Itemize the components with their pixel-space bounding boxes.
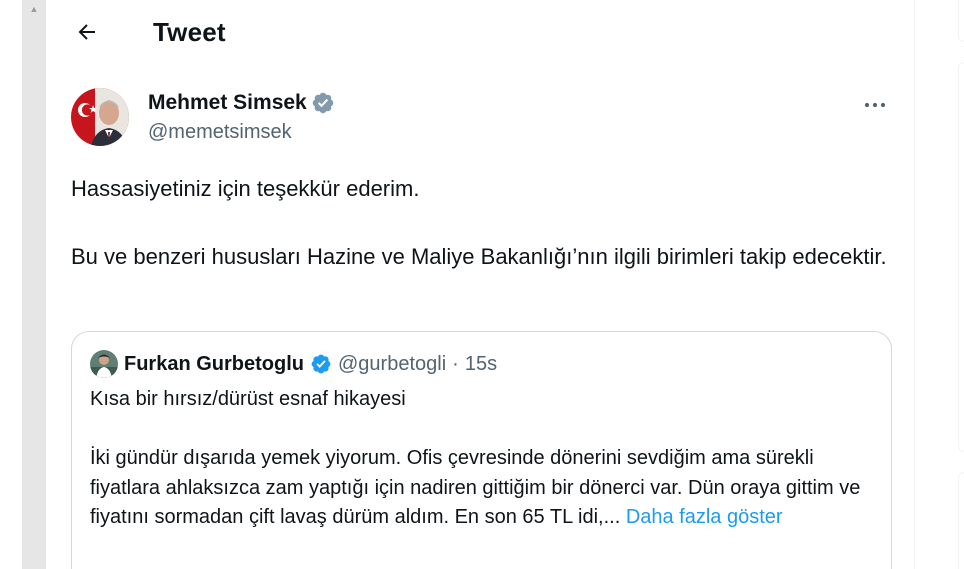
back-button[interactable] bbox=[69, 14, 105, 50]
tweet-detail-column: Tweet Mehmet Simsek @memetsimsek Hassasi… bbox=[47, 0, 915, 569]
page-title: Tweet bbox=[153, 17, 226, 47]
quoted-tweet-time: 15s bbox=[464, 352, 498, 375]
show-more-link[interactable]: Daha fazla göster bbox=[626, 506, 783, 528]
quoted-paragraph: İki gündür dışarıda yemek yiyorum. Ofis … bbox=[90, 444, 880, 533]
right-panel-edge bbox=[958, 0, 964, 42]
tweet-author: Mehmet Simsek @memetsimsek bbox=[71, 88, 893, 152]
author-avatar[interactable] bbox=[71, 88, 129, 146]
right-panel-edge bbox=[958, 472, 964, 569]
more-options-button[interactable] bbox=[857, 90, 893, 120]
tweet-text: Hassasiyetiniz için teşekkür ederim. Bu … bbox=[71, 172, 893, 274]
author-name[interactable]: Mehmet Simsek bbox=[148, 91, 335, 115]
quoted-author-name: Furkan Gurbetoglu bbox=[124, 352, 304, 375]
left-scrollbar-track[interactable] bbox=[22, 0, 46, 569]
page-header: Tweet bbox=[47, 0, 915, 66]
quoted-author-avatar bbox=[90, 350, 118, 378]
scroll-up-arrow-icon[interactable]: ▲ bbox=[22, 0, 46, 18]
author-name-text: Mehmet Simsek bbox=[148, 91, 307, 114]
quoted-author-handle: @gurbetogli bbox=[338, 352, 447, 375]
arrow-left-icon bbox=[78, 24, 95, 40]
right-panel-edge bbox=[958, 62, 964, 452]
more-dots-icon bbox=[864, 102, 886, 108]
author-handle[interactable]: @memetsimsek bbox=[148, 121, 292, 144]
quoted-tweet-header: Furkan Gurbetoglu @gurbetogli · 15s bbox=[90, 349, 497, 379]
quoted-tweet-card[interactable]: Furkan Gurbetoglu @gurbetogli · 15s Kısa… bbox=[71, 331, 892, 569]
verified-badge-icon bbox=[312, 92, 333, 114]
meta-separator: · bbox=[452, 352, 459, 375]
quoted-paragraph: Kısa bir hırsız/dürüst esnaf hikayesi bbox=[90, 388, 406, 410]
tweet-paragraph: Bu ve benzeri hususları Hazine ve Maliye… bbox=[71, 244, 887, 269]
tweet-paragraph: Hassasiyetiniz için teşekkür ederim. bbox=[71, 176, 420, 201]
verified-badge-icon bbox=[311, 354, 331, 374]
quoted-tweet-text: Kısa bir hırsız/dürüst esnaf hikayesi İk… bbox=[90, 385, 880, 533]
